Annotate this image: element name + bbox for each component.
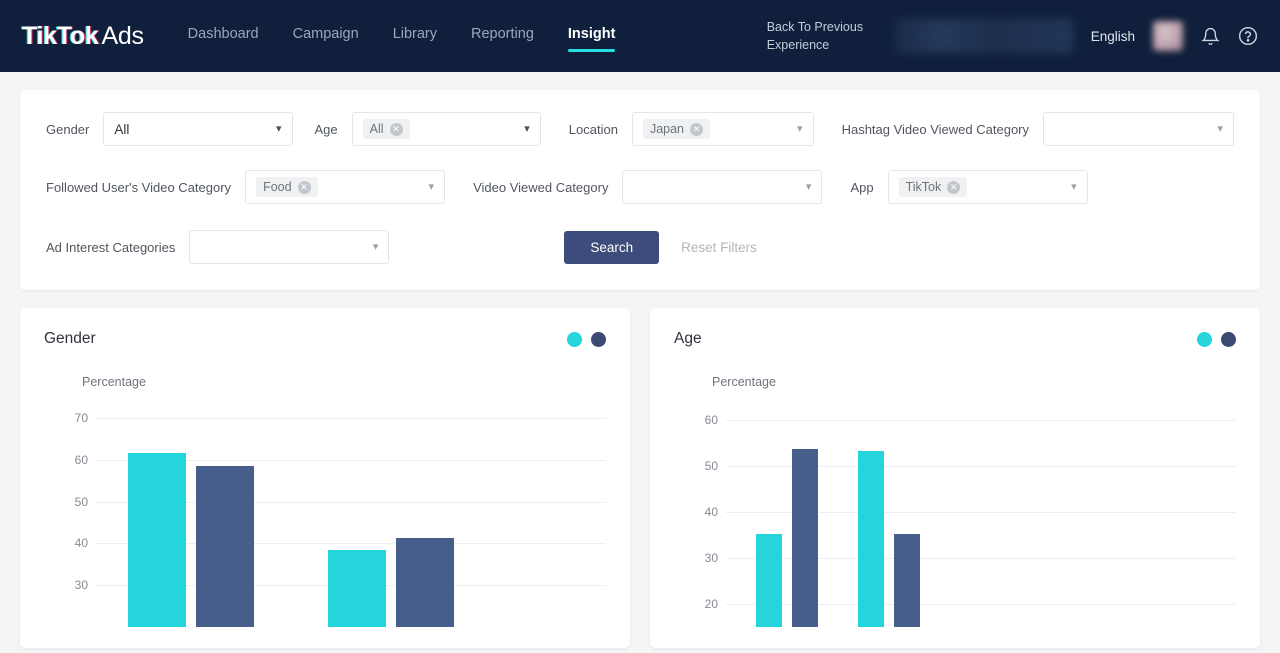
hashtag-video-viewed-category-label: Hashtag Video Viewed Category — [841, 121, 1029, 137]
chevron-down-icon: ▾ — [428, 180, 435, 193]
age-chip-all[interactable]: All ✕ — [362, 119, 410, 139]
legend-dot-teal[interactable] — [567, 331, 582, 347]
page-body: Gender All ▾ Age All ✕ ▾ Location Japan … — [0, 72, 1280, 648]
y-axis-tick-label: 50 — [74, 494, 88, 509]
gender-chart-card: Gender Percentage 30 40 50 60 70 — [20, 308, 630, 648]
chevron-down-icon: ▾ — [1217, 122, 1224, 135]
age-chart-header: Age — [674, 330, 1236, 348]
nav-item-reporting[interactable]: Reporting — [471, 26, 534, 47]
close-icon[interactable]: ✕ — [690, 122, 704, 136]
followed-category-chip-label: Food — [263, 180, 292, 194]
bar[interactable] — [792, 448, 818, 627]
y-axis-tick-label: 50 — [704, 459, 718, 473]
bar[interactable] — [196, 466, 254, 627]
legend-dot-navy[interactable] — [591, 331, 606, 347]
age-chip-label: All — [369, 122, 384, 136]
chevron-down-icon: ▾ — [805, 180, 812, 193]
bar[interactable] — [128, 453, 186, 627]
charts-row: Gender Percentage 30 40 50 60 70 Age Percent… — [20, 308, 1260, 648]
followed-category-chip-food[interactable]: Food ✕ — [256, 177, 318, 197]
bar[interactable] — [396, 537, 454, 627]
hashtag-video-viewed-category-select[interactable]: ▾ — [1043, 112, 1235, 146]
bar-group — [96, 397, 606, 627]
location-select[interactable]: Japan ✕ ▾ — [631, 112, 814, 146]
bar[interactable] — [894, 534, 920, 627]
gender-filter-label: Gender — [46, 121, 90, 137]
y-axis-tick-label: 20 — [704, 597, 718, 611]
language-selector[interactable]: English — [1091, 29, 1135, 44]
legend-dot-teal[interactable] — [1197, 331, 1212, 347]
chevron-down-icon: ▾ — [275, 122, 282, 135]
filter-row-3: Ad Interest Categories ▾ Search Reset Fi… — [46, 230, 1234, 264]
bell-icon[interactable] — [1201, 27, 1220, 46]
header-right-group: Back To Previous Experience English — [767, 18, 1258, 54]
tiktok-ads-logo[interactable]: TikTok Ads — [22, 22, 144, 51]
app-chip-tiktok[interactable]: TikTok ✕ — [898, 177, 968, 197]
gender-chart-legend — [567, 331, 606, 347]
filter-row-1: Gender All ▾ Age All ✕ ▾ Location Japan … — [46, 112, 1235, 146]
chevron-down-icon: ▾ — [797, 122, 803, 135]
y-axis-tick-label: 40 — [704, 505, 718, 519]
logo-tiktok-text: TikTok — [22, 21, 99, 50]
gender-chart-header: Gender — [44, 330, 606, 348]
close-icon[interactable]: ✕ — [947, 180, 961, 194]
video-viewed-category-label: Video Viewed Category — [473, 179, 609, 195]
legend-dot-navy[interactable] — [1221, 331, 1236, 347]
main-nav: Dashboard Campaign Library Reporting Ins… — [188, 26, 615, 52]
followed-users-video-category-label: Followed User's Video Category — [46, 179, 232, 195]
nav-item-insight[interactable]: Insight — [567, 26, 615, 52]
age-chart-ylabel: Percentage — [712, 375, 776, 389]
gender-chart-ylabel: Percentage — [82, 375, 146, 389]
gender-chart-title: Gender — [44, 330, 96, 347]
close-icon[interactable]: ✕ — [389, 122, 403, 136]
chevron-down-icon: ▾ — [372, 240, 379, 253]
gender-chart-plot: 30 40 50 60 70 — [44, 397, 606, 627]
help-circle-icon[interactable] — [1238, 26, 1258, 46]
nav-item-campaign[interactable]: Campaign — [293, 26, 359, 47]
back-to-previous-experience-link[interactable]: Back To Previous Experience — [767, 18, 877, 54]
account-selector-field[interactable] — [894, 19, 1073, 53]
bar-group — [726, 397, 1236, 627]
close-icon[interactable]: ✕ — [297, 180, 311, 194]
location-chip-japan[interactable]: Japan ✕ — [642, 119, 711, 139]
search-button[interactable]: Search — [564, 230, 660, 264]
reset-filters-button[interactable]: Reset Filters — [681, 240, 757, 255]
app-header: TikTok Ads Dashboard Campaign Library Rep… — [0, 0, 1280, 72]
ad-interest-categories-label: Ad Interest Categories — [46, 239, 176, 255]
avatar[interactable] — [1153, 21, 1183, 51]
age-filter-label: Age — [314, 121, 338, 137]
age-chart-plot: 20 30 40 50 60 — [674, 397, 1236, 627]
location-filter-label: Location — [568, 121, 618, 137]
nav-item-dashboard[interactable]: Dashboard — [188, 26, 259, 47]
gender-select[interactable]: All ▾ — [103, 112, 293, 146]
age-chart-legend — [1197, 331, 1236, 347]
bar[interactable] — [328, 549, 386, 627]
filter-panel: Gender All ▾ Age All ✕ ▾ Location Japan … — [20, 90, 1260, 290]
logo-ads-text: Ads — [101, 21, 144, 50]
app-select[interactable]: TikTok ✕ ▾ — [887, 170, 1088, 204]
chevron-down-icon: ▾ — [524, 122, 530, 135]
y-axis-tick-label: 30 — [704, 551, 718, 565]
followed-users-video-category-select[interactable]: Food ✕ ▾ — [245, 170, 446, 204]
y-axis-tick-label: 30 — [74, 578, 88, 593]
chevron-down-icon: ▾ — [1071, 180, 1077, 193]
gender-select-value: All — [114, 121, 130, 137]
app-chip-label: TikTok — [905, 180, 942, 194]
bar[interactable] — [756, 534, 782, 627]
age-chart-title: Age — [674, 330, 702, 347]
app-filter-label: App — [850, 179, 874, 195]
bar[interactable] — [858, 451, 884, 627]
age-chart-card: Age Percentage 20 30 40 50 60 — [650, 308, 1260, 648]
age-select[interactable]: All ✕ ▾ — [351, 112, 541, 146]
y-axis-tick-label: 60 — [704, 413, 718, 427]
ad-interest-categories-select[interactable]: ▾ — [189, 230, 390, 264]
y-axis-tick-label: 70 — [74, 410, 88, 425]
filter-row-2: Followed User's Video Category Food ✕ ▾ … — [46, 170, 1234, 204]
location-chip-label: Japan — [649, 122, 685, 136]
y-axis-tick-label: 60 — [74, 452, 88, 467]
y-axis-tick-label: 40 — [74, 536, 88, 551]
nav-item-library[interactable]: Library — [393, 26, 437, 47]
video-viewed-category-select[interactable]: ▾ — [622, 170, 823, 204]
